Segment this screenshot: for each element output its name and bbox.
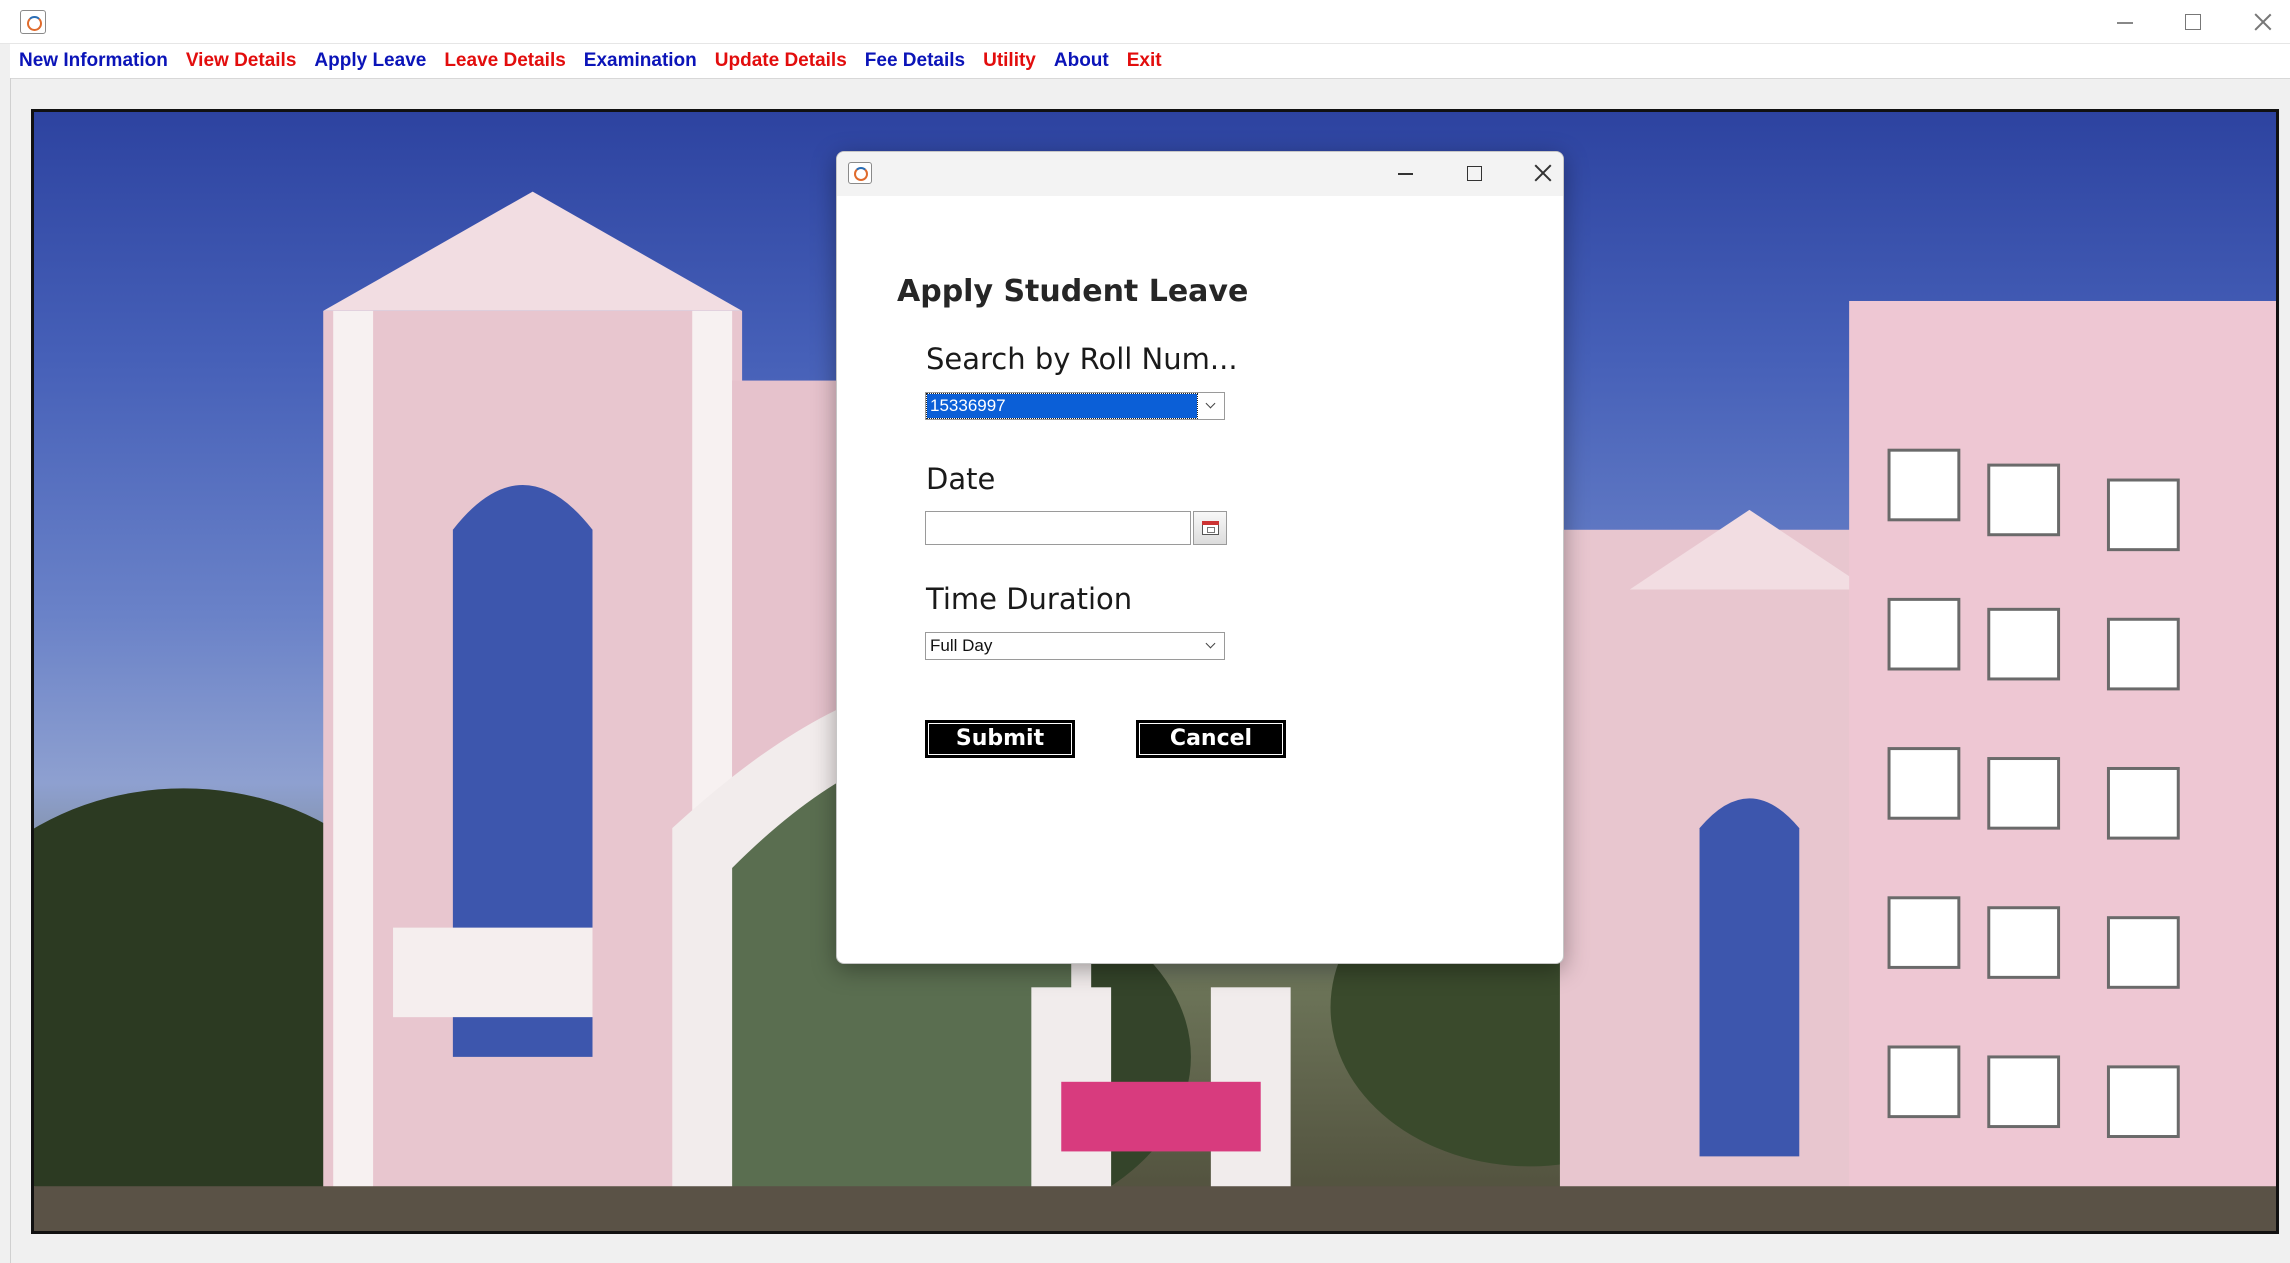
menu-exit[interactable]: Exit (1118, 50, 1171, 72)
menu-about[interactable]: About (1045, 50, 1118, 72)
dialog-heading: Apply Student Leave (897, 274, 1249, 309)
cancel-button[interactable]: Cancel (1136, 720, 1286, 758)
maximize-icon (2185, 14, 2201, 30)
menu-update-details[interactable]: Update Details (706, 50, 856, 72)
date-picker-button[interactable] (1193, 511, 1227, 545)
menu-utility[interactable]: Utility (974, 50, 1045, 72)
java-app-icon (848, 162, 872, 184)
time-duration-value: Full Day (930, 636, 993, 655)
menu-fee-details[interactable]: Fee Details (856, 50, 974, 72)
apply-leave-dialog: Apply Student Leave Search by Roll Num..… (836, 151, 1564, 964)
submit-button[interactable]: Submit (925, 720, 1075, 758)
minimize-button[interactable] (2090, 0, 2160, 44)
close-icon (1534, 164, 1552, 182)
menu-examination[interactable]: Examination (575, 50, 706, 72)
maximize-button[interactable] (2158, 0, 2228, 44)
maximize-icon (1467, 166, 1482, 181)
roll-number-combobox[interactable]: 15336997 (925, 392, 1225, 420)
minimize-icon (1398, 173, 1413, 175)
dialog-maximize-button[interactable] (1443, 152, 1507, 196)
menu-bar: New Information View Details Apply Leave… (10, 44, 2290, 78)
java-app-icon (20, 10, 46, 34)
minimize-icon (2117, 22, 2133, 24)
roll-number-label: Search by Roll Num... (926, 342, 1238, 376)
chevron-down-icon[interactable] (1198, 393, 1224, 419)
dialog-close-button[interactable] (1512, 152, 1563, 196)
date-field[interactable] (925, 511, 1191, 545)
time-duration-combobox[interactable]: Full Day (925, 632, 1225, 660)
menu-divider (10, 78, 2290, 79)
frame-edge (10, 78, 11, 1263)
dialog-minimize-button[interactable] (1374, 152, 1438, 196)
date-label: Date (926, 462, 996, 496)
dialog-titlebar (837, 152, 1563, 196)
roll-number-value: 15336997 (926, 393, 1198, 419)
main-titlebar (0, 0, 2290, 44)
menu-view-details[interactable]: View Details (177, 50, 306, 72)
menu-apply-leave[interactable]: Apply Leave (305, 50, 435, 72)
close-button[interactable] (2228, 0, 2290, 44)
chevron-down-icon[interactable] (1198, 633, 1224, 659)
close-icon (2254, 13, 2272, 31)
menu-leave-details[interactable]: Leave Details (435, 50, 574, 72)
time-duration-label: Time Duration (926, 582, 1133, 616)
calendar-icon (1202, 521, 1219, 535)
menu-new-information[interactable]: New Information (10, 50, 177, 72)
